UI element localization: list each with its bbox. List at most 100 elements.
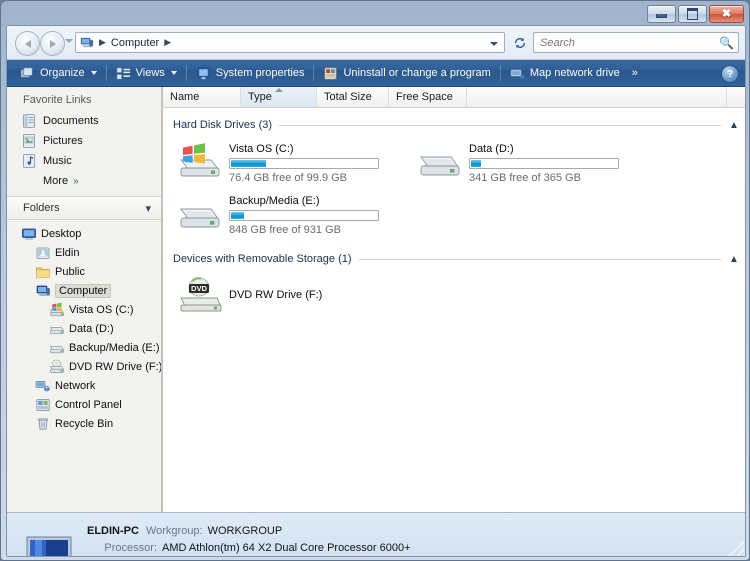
list-item-drive[interactable]: Vista OS (C:) 76.4 GB free of 99.9 GB bbox=[177, 142, 409, 184]
views-button[interactable]: Views bbox=[110, 63, 183, 84]
tree-item-eldin[interactable]: Eldin bbox=[7, 243, 161, 262]
drive-usage-fill bbox=[471, 160, 482, 167]
column-header-total-size[interactable]: Total Size bbox=[317, 87, 389, 107]
tree-item-label: Public bbox=[55, 265, 85, 278]
sidebar-item-documents[interactable]: Documents bbox=[7, 111, 161, 131]
workgroup-label: Workgroup: bbox=[145, 525, 203, 537]
toolbar-overflow-button[interactable]: » bbox=[626, 63, 644, 84]
toolbar-separator-3 bbox=[313, 65, 315, 81]
list-item-drive[interactable]: Backup/Media (E:) 848 GB free of 931 GB bbox=[177, 194, 409, 236]
organize-caret-icon bbox=[90, 71, 97, 75]
tree-item-network[interactable]: Network bbox=[7, 376, 161, 395]
window-client-area: ▶ Computer ▶ 🔍 bbox=[6, 25, 746, 557]
workgroup-value: WORKGROUP bbox=[207, 525, 283, 537]
views-icon bbox=[116, 67, 130, 79]
windows-drive-icon bbox=[180, 143, 220, 177]
sidebar-item-pictures[interactable]: Pictures bbox=[7, 131, 161, 151]
sidebar-item-more[interactable]: More » bbox=[7, 171, 161, 191]
command-toolbar: Organize Views System properties Uninsta… bbox=[7, 60, 745, 87]
minimize-icon bbox=[656, 14, 667, 18]
pictures-icon bbox=[23, 134, 35, 148]
group-divider-line-2 bbox=[358, 258, 721, 260]
drive-usage-fill bbox=[231, 212, 245, 219]
search-icon: 🔍 bbox=[719, 35, 734, 50]
breadcrumb-computer[interactable]: Computer bbox=[111, 37, 159, 49]
organize-button[interactable]: Organize bbox=[14, 63, 103, 84]
system-properties-button[interactable]: System properties bbox=[190, 63, 311, 84]
group-collapse-chevron-icon[interactable]: ▲ bbox=[721, 120, 745, 131]
sidebar-item-music[interactable]: Music bbox=[7, 151, 161, 171]
tree-item-backup-media-e[interactable]: Backup/Media (E:) bbox=[7, 338, 161, 357]
hard-drive-icon bbox=[49, 321, 65, 337]
views-caret-icon bbox=[170, 71, 177, 75]
tree-item-vista-os-c[interactable]: Vista OS (C:) bbox=[7, 300, 161, 319]
network-icon bbox=[35, 378, 51, 394]
back-arrow-icon bbox=[24, 39, 31, 48]
drive-usage-fill bbox=[231, 160, 267, 167]
search-box[interactable]: 🔍 bbox=[533, 32, 739, 53]
processor-label: Processor: bbox=[104, 542, 157, 554]
toolbar-separator-1 bbox=[105, 65, 107, 81]
recent-pages-dropdown-icon[interactable] bbox=[65, 39, 73, 43]
maximize-button[interactable] bbox=[678, 5, 707, 23]
list-item-drive[interactable]: Data (D:) 341 GB free of 365 GB bbox=[417, 142, 649, 184]
drive-free-space-text: 76.4 GB free of 99.9 GB bbox=[229, 172, 348, 184]
tree-item-control-panel[interactable]: Control Panel bbox=[7, 395, 161, 414]
back-button[interactable] bbox=[15, 31, 40, 56]
uninstall-program-button[interactable]: Uninstall or change a program bbox=[317, 63, 496, 84]
tree-item-public[interactable]: Public bbox=[7, 262, 161, 281]
system-details: ELDIN-PC Workgroup: WORKGROUP Processor:… bbox=[87, 525, 607, 556]
refresh-button[interactable] bbox=[510, 32, 530, 53]
column-header-label: Name bbox=[170, 91, 200, 103]
uninstall-program-label: Uninstall or change a program bbox=[343, 67, 491, 79]
tree-item-recycle-bin[interactable]: Recycle Bin bbox=[7, 414, 161, 433]
breadcrumb-separator-2[interactable]: ▶ bbox=[159, 37, 176, 48]
close-button[interactable]: ✖ bbox=[709, 5, 744, 23]
control-panel-icon bbox=[35, 397, 51, 413]
group-header-removable-storage[interactable]: Devices with Removable Storage (1) ▲ bbox=[163, 248, 745, 270]
tree-item-label: Network bbox=[55, 379, 96, 392]
address-bar[interactable]: ▶ Computer ▶ bbox=[75, 32, 505, 53]
drive-free-space-text: 848 GB free of 931 GB bbox=[229, 224, 341, 236]
help-button[interactable]: ? bbox=[721, 65, 739, 83]
list-item-dvd-drive[interactable]: DVD DVD RW Drive (F:) bbox=[163, 270, 745, 314]
maximize-icon bbox=[687, 8, 698, 20]
hard-drive-icon bbox=[420, 156, 460, 176]
computer-icon bbox=[35, 283, 51, 299]
tree-item-desktop[interactable]: Desktop bbox=[7, 224, 161, 243]
title-bar[interactable]: ✖ bbox=[1, 1, 750, 25]
column-header-blank[interactable] bbox=[467, 87, 727, 107]
folders-title: Folders bbox=[23, 202, 60, 214]
toolbar-separator-4 bbox=[499, 65, 501, 81]
svg-text:DVD: DVD bbox=[191, 284, 208, 293]
column-header-free-space[interactable]: Free Space bbox=[389, 87, 467, 107]
address-dropdown-icon[interactable] bbox=[490, 42, 498, 46]
uninstall-program-icon bbox=[324, 67, 337, 79]
minimize-button[interactable] bbox=[647, 5, 676, 23]
refresh-icon bbox=[514, 37, 526, 48]
drive-name: Vista OS (C:) bbox=[229, 143, 294, 155]
folders-section-header[interactable]: Folders ▾ bbox=[7, 196, 161, 220]
tree-item-label: Recycle Bin bbox=[55, 417, 114, 430]
tree-item-data-d[interactable]: Data (D:) bbox=[7, 319, 161, 338]
hard-disk-drive-list: Vista OS (C:) 76.4 GB free of 99.9 GB Da… bbox=[163, 136, 745, 242]
drive-usage-bar bbox=[229, 158, 379, 169]
tree-item-label: Data (D:) bbox=[69, 322, 114, 335]
column-header-type[interactable]: Type bbox=[241, 87, 317, 107]
map-network-drive-button[interactable]: Map network drive bbox=[504, 63, 626, 84]
organize-label: Organize bbox=[40, 67, 85, 79]
chevron-down-icon[interactable]: ▾ bbox=[145, 202, 151, 215]
search-input[interactable] bbox=[538, 35, 720, 50]
column-header-name[interactable]: Name bbox=[163, 87, 241, 107]
tree-item-computer[interactable]: Computer bbox=[7, 281, 161, 300]
forward-button[interactable] bbox=[40, 31, 65, 56]
window-controls: ✖ bbox=[647, 5, 744, 23]
details-pane: ELDIN-PC Workgroup: WORKGROUP Processor:… bbox=[7, 512, 745, 556]
folder-tree: Desktop Eldin Public Computer Vista OS (C:) D… bbox=[7, 220, 161, 433]
group-title-removable-storage: Devices with Removable Storage (1) bbox=[173, 253, 352, 265]
tree-item-dvd-rw-drive-f[interactable]: DVD RW Drive (F:) bbox=[7, 357, 161, 376]
computer-icon bbox=[80, 37, 94, 48]
navigation-bar: ▶ Computer ▶ 🔍 bbox=[7, 26, 745, 60]
group-header-hard-disk-drives[interactable]: Hard Disk Drives (3) ▲ bbox=[163, 114, 745, 136]
group-collapse-chevron-icon-2[interactable]: ▲ bbox=[721, 254, 745, 265]
